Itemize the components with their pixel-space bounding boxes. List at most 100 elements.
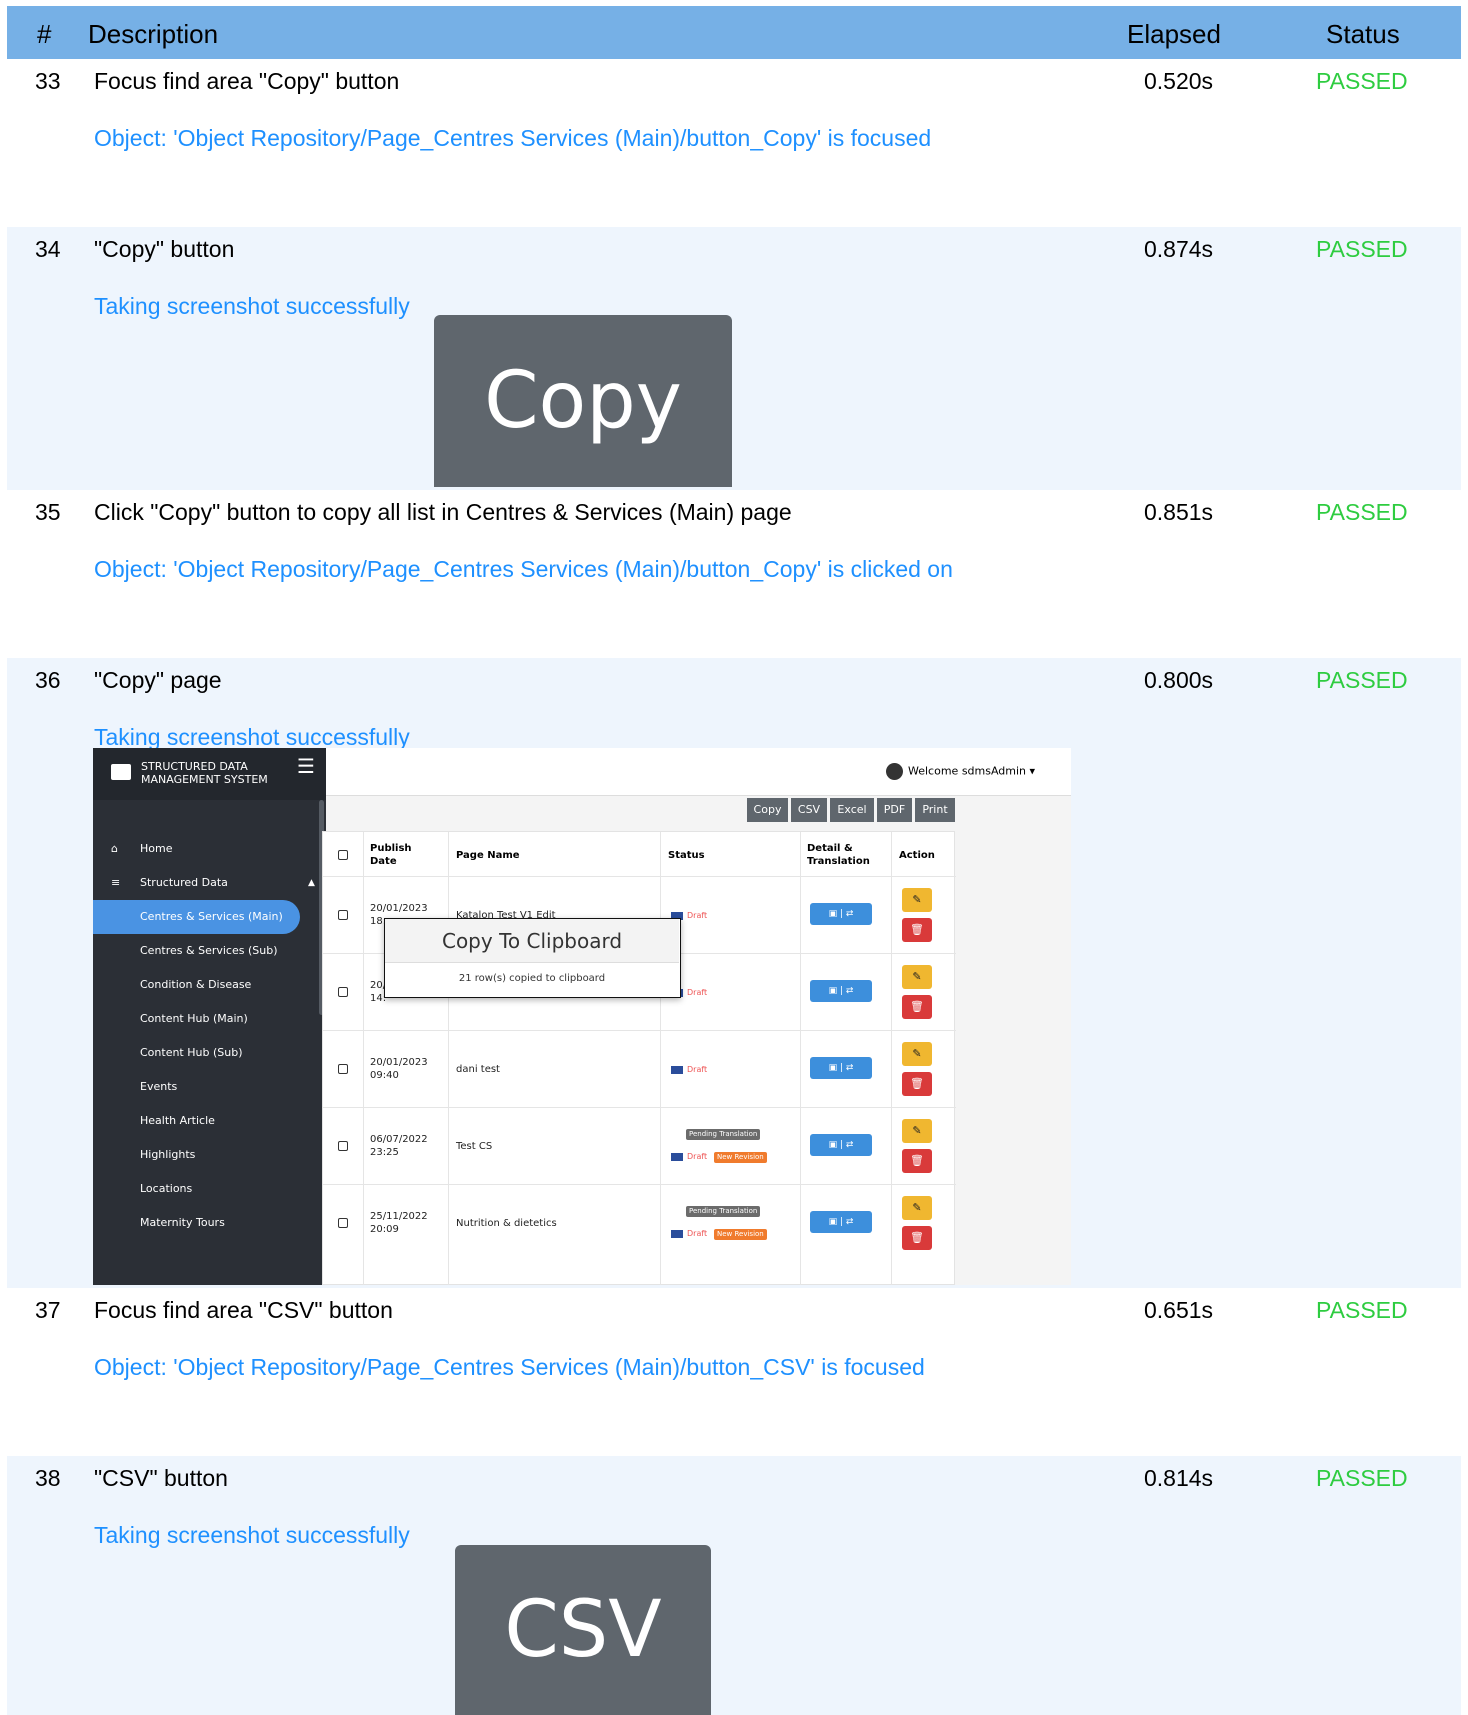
- database-icon: ≡: [111, 876, 121, 889]
- row-checkbox[interactable]: [338, 1218, 348, 1228]
- sidebar-item-condition[interactable]: Condition & Disease: [93, 968, 326, 1002]
- sidebar-item-structured-data[interactable]: ≡ Structured Data ▲: [93, 866, 326, 900]
- dialog-title: Copy To Clipboard: [385, 919, 679, 963]
- step-number: 37: [35, 1297, 61, 1323]
- step-description: "Copy" button: [94, 236, 235, 262]
- pending-translation-badge: Pending Translation: [686, 1206, 761, 1217]
- column-header-date[interactable]: Date: [370, 855, 412, 868]
- row-status: Draft: [687, 988, 708, 997]
- edit-button[interactable]: ✎: [902, 1042, 932, 1066]
- step-status: PASSED: [1316, 236, 1408, 262]
- detail-button[interactable]: ▣ | ⇄: [810, 1211, 872, 1233]
- sidebar-item-label: Content Hub (Sub): [140, 1046, 243, 1059]
- new-revision-badge: New Revision: [714, 1152, 767, 1163]
- sidebar-item-label: Highlights: [140, 1148, 196, 1161]
- step-number: 33: [35, 68, 61, 94]
- sidebar-item-health-article[interactable]: Health Article: [93, 1104, 326, 1138]
- sidebar-item-label: Content Hub (Main): [140, 1012, 248, 1025]
- detail-button[interactable]: ▣ | ⇄: [810, 980, 872, 1002]
- step-message: Object: 'Object Repository/Page_Centres …: [94, 1354, 925, 1380]
- brand: STRUCTURED DATA MANAGEMENT SYSTEM ☰: [93, 748, 326, 800]
- copy-button[interactable]: Copy: [747, 798, 788, 822]
- row-checkbox[interactable]: [338, 987, 348, 997]
- header-description: Description: [88, 19, 219, 49]
- column-header-translation: Translation: [807, 856, 870, 867]
- step-status: PASSED: [1316, 68, 1408, 94]
- step-message: Taking screenshot successfully: [94, 1522, 410, 1548]
- step-description: Focus find area "CSV" button: [94, 1297, 393, 1323]
- sidebar-item-home[interactable]: ⌂ Home: [93, 832, 326, 866]
- welcome-text: Welcome sdmsAdmin: [908, 764, 1027, 778]
- screenshot-csv-label: CSV: [504, 1585, 662, 1675]
- top-bar: Welcome sdmsAdmin ▾: [326, 748, 1071, 796]
- delete-button[interactable]: 🗑: [902, 995, 932, 1019]
- detail-button[interactable]: ▣ | ⇄: [810, 1134, 872, 1156]
- row-status: Draft: [687, 1152, 708, 1161]
- sidebar-item-highlights[interactable]: Highlights: [93, 1138, 326, 1172]
- step-number: 38: [35, 1465, 61, 1491]
- row-time: 20:09: [370, 1224, 399, 1235]
- csv-button-screenshot: CSV: [455, 1545, 711, 1715]
- sidebar-item-maternity-tours[interactable]: Maternity Tours: [93, 1206, 326, 1240]
- step-elapsed: 0.800s: [1144, 667, 1214, 693]
- pending-translation-badge: Pending Translation: [686, 1129, 761, 1140]
- step-message: Taking screenshot successfully: [94, 293, 410, 319]
- excel-button[interactable]: Excel: [830, 798, 874, 822]
- edit-button[interactable]: ✎: [902, 1119, 932, 1143]
- step-number: 35: [35, 499, 61, 525]
- pdf-button[interactable]: PDF: [877, 798, 912, 822]
- data-table: Publish Date Page Name Status Detail & Tra…: [322, 831, 956, 1285]
- sidebar-item-label: Structured Data: [140, 876, 228, 889]
- row-page-name: Test CS: [456, 1141, 493, 1152]
- edit-button[interactable]: ✎: [902, 888, 932, 912]
- step-number: 36: [35, 667, 61, 693]
- edit-button[interactable]: ✎: [902, 965, 932, 989]
- delete-button[interactable]: 🗑: [902, 1226, 932, 1250]
- new-revision-badge: New Revision: [714, 1229, 767, 1240]
- csv-button[interactable]: CSV: [791, 798, 827, 822]
- row-date: 20/01/2023: [370, 1057, 428, 1068]
- delete-button[interactable]: 🗑: [902, 1149, 932, 1173]
- menu-icon[interactable]: ☰: [297, 756, 315, 776]
- sidebar: STRUCTURED DATA MANAGEMENT SYSTEM ☰ ⌂ Home…: [93, 748, 326, 1285]
- header-num: #: [37, 19, 52, 49]
- row-time: 09:40: [370, 1070, 399, 1081]
- column-header-action: Action: [899, 850, 935, 861]
- sidebar-item-label: Events: [140, 1080, 178, 1093]
- user-menu[interactable]: Welcome sdmsAdmin ▾: [886, 763, 1035, 780]
- brand-line1: STRUCTURED DATA: [141, 760, 248, 773]
- step-row: 37 Focus find area "CSV" button 0.651s P…: [7, 1288, 1461, 1456]
- row-checkbox[interactable]: [338, 1064, 348, 1074]
- sidebar-item-centres-main[interactable]: Centres & Services (Main): [93, 900, 326, 934]
- copy-to-clipboard-dialog: Copy To Clipboard 21 row(s) copied to cl…: [384, 918, 681, 998]
- report-header: # Description Elapsed Status: [7, 6, 1461, 59]
- select-all-checkbox[interactable]: [338, 850, 348, 860]
- step-row: 35 Click "Copy" button to copy all list …: [7, 490, 1461, 658]
- step-description: Focus find area "Copy" button: [94, 68, 400, 94]
- sidebar-item-centres-sub[interactable]: Centres & Services (Sub): [93, 934, 326, 968]
- sidebar-item-content-hub-sub[interactable]: Content Hub (Sub): [93, 1036, 326, 1070]
- sidebar-item-locations[interactable]: Locations: [93, 1172, 326, 1206]
- print-button[interactable]: Print: [915, 798, 955, 822]
- column-header-status[interactable]: Status: [668, 849, 705, 862]
- step-description: "Copy" page: [94, 667, 222, 693]
- detail-button[interactable]: ▣ | ⇄: [810, 1057, 872, 1079]
- row-checkbox[interactable]: [338, 910, 348, 920]
- step-status: PASSED: [1316, 667, 1408, 693]
- column-header-page-name[interactable]: Page Name: [456, 849, 520, 862]
- row-status: Draft: [687, 1229, 708, 1238]
- sidebar-item-content-hub-main[interactable]: Content Hub (Main): [93, 1002, 326, 1036]
- column-header-publish[interactable]: Publish: [370, 842, 412, 855]
- detail-button[interactable]: ▣ | ⇄: [810, 903, 872, 925]
- sidebar-item-events[interactable]: Events: [93, 1070, 326, 1104]
- step-number: 34: [35, 236, 61, 262]
- copy-button-screenshot: Copy: [434, 315, 732, 487]
- row-date: 25/11/2022: [370, 1211, 428, 1222]
- edit-button[interactable]: ✎: [902, 1196, 932, 1220]
- sidebar-item-label: Centres & Services (Sub): [140, 944, 278, 957]
- step-message: Taking screenshot successfully: [94, 724, 410, 750]
- sidebar-item-label: Centres & Services (Main): [140, 910, 283, 923]
- delete-button[interactable]: 🗑: [902, 918, 932, 942]
- row-checkbox[interactable]: [338, 1141, 348, 1151]
- delete-button[interactable]: 🗑: [902, 1072, 932, 1096]
